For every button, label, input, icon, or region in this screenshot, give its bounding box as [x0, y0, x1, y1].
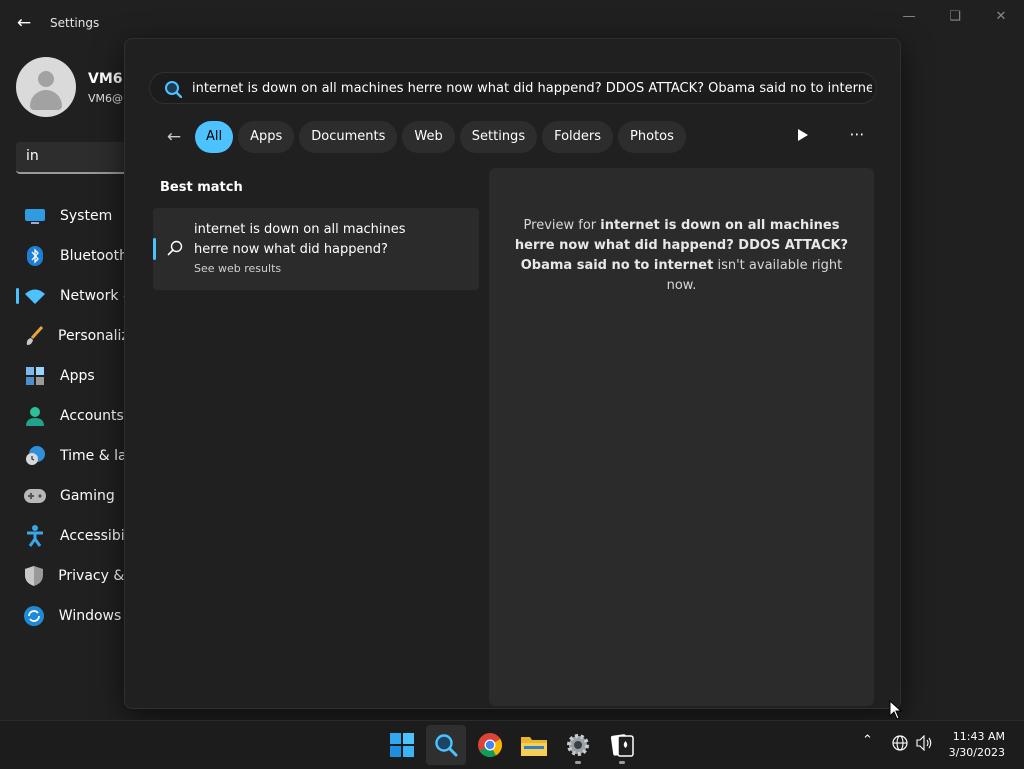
preview-message: Preview for internet is down on all mach…: [513, 216, 850, 296]
search-flyout: ← All Apps Documents Web Settings Folder…: [124, 38, 901, 709]
back-arrow-icon[interactable]: ←: [14, 12, 34, 34]
chrome-icon: [478, 733, 502, 757]
sidebar-item-personalization[interactable]: Personaliza: [16, 316, 136, 356]
taskbar-search-button[interactable]: [426, 725, 466, 765]
sidebar-item-label: Bluetooth: [60, 248, 128, 264]
web-search-icon: [167, 240, 183, 260]
sidebar-item-network[interactable]: Network &: [16, 276, 136, 316]
restore-button[interactable]: ❏: [935, 6, 975, 28]
sidebar-item-accessibility[interactable]: Accessibili: [16, 516, 136, 556]
profile-email: VM6@: [88, 92, 124, 105]
app-title: Settings: [50, 16, 100, 30]
paintbrush-icon: [24, 325, 44, 347]
show-hidden-icons-icon[interactable]: ⌃: [862, 733, 873, 748]
chrome-button[interactable]: [470, 725, 510, 765]
search-filter-bar: ← All Apps Documents Web Settings Folder…: [161, 121, 691, 153]
file-explorer-icon: [521, 737, 547, 756]
sidebar-item-label: Network &: [60, 288, 134, 304]
filter-settings[interactable]: Settings: [459, 121, 538, 153]
update-icon: [24, 605, 45, 627]
sidebar-item-bluetooth[interactable]: Bluetooth: [16, 236, 136, 276]
system-icon: [24, 205, 46, 227]
sidebar-item-label: Accessibili: [60, 528, 133, 544]
file-explorer-button[interactable]: [514, 725, 554, 765]
wifi-icon: [24, 285, 46, 307]
best-match-heading: Best match: [160, 180, 243, 195]
back-arrow-icon[interactable]: ←: [161, 124, 187, 150]
search-icon: [164, 80, 183, 102]
sidebar-item-accounts[interactable]: Accounts: [16, 396, 136, 436]
play-icon[interactable]: [793, 127, 813, 147]
sidebar-item-label: Accounts: [60, 408, 124, 424]
clock[interactable]: 11:43 AM 3/30/2023: [949, 729, 1005, 761]
filter-photos[interactable]: Photos: [618, 121, 686, 153]
clock-date: 3/30/2023: [948, 746, 1005, 759]
filter-all[interactable]: All: [195, 121, 234, 153]
settings-nav: System Bluetooth Network & Personaliza A…: [16, 196, 136, 636]
person-icon: [24, 405, 46, 427]
profile-name: VM6: [88, 71, 123, 87]
start-button[interactable]: [382, 725, 422, 765]
clock-time: 11:43 AM: [952, 730, 1005, 743]
settings-taskbar-button[interactable]: [558, 725, 598, 765]
filter-apps[interactable]: Apps: [238, 121, 295, 153]
search-input[interactable]: [192, 77, 872, 99]
close-button[interactable]: ✕: [981, 6, 1021, 28]
filter-documents[interactable]: Documents: [299, 121, 398, 153]
active-indicator: [16, 288, 19, 304]
filter-web[interactable]: Web: [402, 121, 455, 153]
volume-icon[interactable]: [916, 734, 934, 755]
avatar[interactable]: [16, 57, 76, 117]
best-match-result[interactable]: internet is down on all machines herre n…: [153, 208, 479, 290]
solitaire-icon: [610, 734, 634, 757]
minimize-button[interactable]: —: [889, 6, 929, 28]
selection-indicator: [153, 238, 156, 260]
sidebar-item-system[interactable]: System: [16, 196, 136, 236]
search-icon: [435, 734, 458, 757]
more-options-icon[interactable]: ⋯: [845, 127, 869, 147]
gamepad-icon: [24, 485, 46, 507]
find-setting-value: in: [26, 148, 39, 164]
search-box[interactable]: [149, 72, 877, 104]
mouse-pointer-icon: [889, 699, 903, 724]
start-icon: [390, 733, 414, 757]
network-globe-icon[interactable]: [892, 735, 908, 755]
sidebar-item-privacy[interactable]: Privacy & s: [16, 556, 136, 596]
sidebar-item-time-language[interactable]: Time & lar: [16, 436, 136, 476]
result-title: internet is down on all machines herre n…: [194, 222, 406, 257]
solitaire-button[interactable]: [602, 725, 642, 765]
sidebar-item-apps[interactable]: Apps: [16, 356, 136, 396]
preview-pane: Preview for internet is down on all mach…: [489, 168, 874, 706]
filter-folders[interactable]: Folders: [542, 121, 614, 153]
sidebar-item-label: Gaming: [60, 488, 115, 504]
preview-prefix: Preview for: [523, 218, 601, 233]
sidebar-item-windows-update[interactable]: Windows U: [16, 596, 136, 636]
sidebar-item-gaming[interactable]: Gaming: [16, 476, 136, 516]
running-indicator: [619, 761, 625, 764]
taskbar: ⌃ 11:43 AM 3/30/2023: [0, 720, 1024, 769]
apps-icon: [24, 365, 46, 387]
accessibility-icon: [24, 525, 46, 547]
clock-globe-icon: [24, 445, 46, 467]
settings-gear-icon: [567, 734, 589, 756]
bluetooth-icon: [24, 245, 46, 267]
running-indicator: [575, 761, 581, 764]
shield-icon: [24, 565, 44, 587]
sidebar-item-label: Apps: [60, 368, 95, 384]
sidebar-item-label: Time & lar: [60, 448, 133, 464]
result-subtitle: See web results: [194, 262, 282, 275]
sidebar-item-label: System: [60, 208, 113, 224]
